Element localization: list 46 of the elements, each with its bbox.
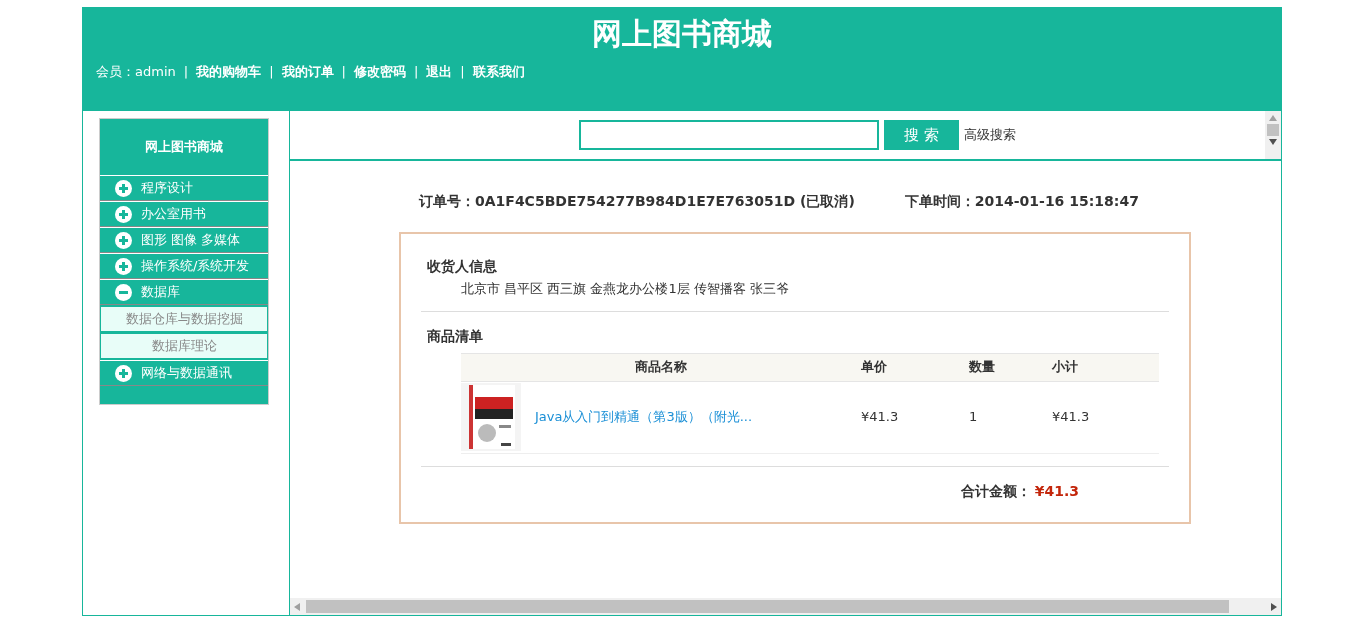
subcategory-item[interactable]: 数据库理论 [100, 333, 268, 359]
category-item[interactable]: 办公室用书 [100, 201, 268, 227]
nav-link[interactable]: 我的购物车 [196, 62, 262, 82]
nav-separator: | [460, 63, 465, 81]
subcategory-item[interactable]: 数据仓库与数据挖掘 [100, 306, 268, 332]
section-title: 收货人信息 [426, 257, 498, 276]
nav-link[interactable]: 我的订单 [281, 62, 334, 82]
total-label: 合计金额： [960, 481, 1031, 501]
total-amount: ¥41.3 [1034, 481, 1079, 501]
member-label: 会员：admin [96, 63, 176, 81]
left-arrow-icon [294, 602, 300, 611]
down-arrow-icon [1269, 139, 1277, 145]
horizontal-scrollbar[interactable] [290, 598, 1281, 615]
sidebar-title: 网上图书商城 [144, 138, 224, 157]
category-item[interactable]: 图形 图像 多媒体 [100, 227, 268, 253]
book-title-link[interactable]: Java从入门到精通（第3版）（附光... [535, 407, 753, 427]
address-text: 北京市 昌平区 西三旗 金燕龙办公楼1层 传智播客 张三爷 [460, 280, 790, 298]
nav-separator: | [341, 63, 346, 81]
search-field[interactable] [579, 120, 879, 150]
column-header: 小计 [1052, 358, 1079, 377]
table-cell-text: ¥41.3 [1052, 408, 1091, 427]
column-header: 商品名称 [634, 358, 688, 377]
advanced-search-link[interactable]: 高级搜索 [964, 125, 1016, 145]
nav-link[interactable]: 修改密码 [353, 62, 406, 82]
order-time: 下单时间：2014-01-16 15:18:47 [904, 192, 1139, 211]
column-header: 单价 [861, 358, 888, 377]
vertical-scrollbar[interactable] [1265, 111, 1281, 159]
category-item[interactable]: 程序设计 [100, 175, 268, 201]
search-button[interactable]: 搜 索 [884, 120, 959, 150]
category-item[interactable]: 数据库 [100, 279, 268, 305]
nav-separator: | [269, 63, 274, 81]
order-number: 订单号：0A1F4C5BDE754277B984D1E7E763051D (已取消) [419, 192, 855, 211]
category-item[interactable]: 网络与数据通讯 [100, 360, 268, 386]
table-cell-text: 1 [969, 408, 979, 427]
nav-separator: | [413, 63, 419, 81]
nav-separator: | [183, 63, 189, 81]
category-item[interactable]: 操作系统/系统开发 [100, 253, 268, 279]
right-arrow-icon [1271, 602, 1277, 611]
scroll-thumb-icon [1267, 124, 1279, 136]
column-header: 数量 [969, 358, 996, 377]
nav-link[interactable]: 联系我们 [472, 62, 525, 82]
section-title: 商品清单 [426, 326, 484, 346]
site-title: 网上图书商城 [591, 15, 773, 53]
up-arrow-icon [1269, 115, 1277, 121]
nav-link[interactable]: 退出 [426, 62, 453, 82]
table-cell-text: ¥41.3 [861, 408, 900, 427]
